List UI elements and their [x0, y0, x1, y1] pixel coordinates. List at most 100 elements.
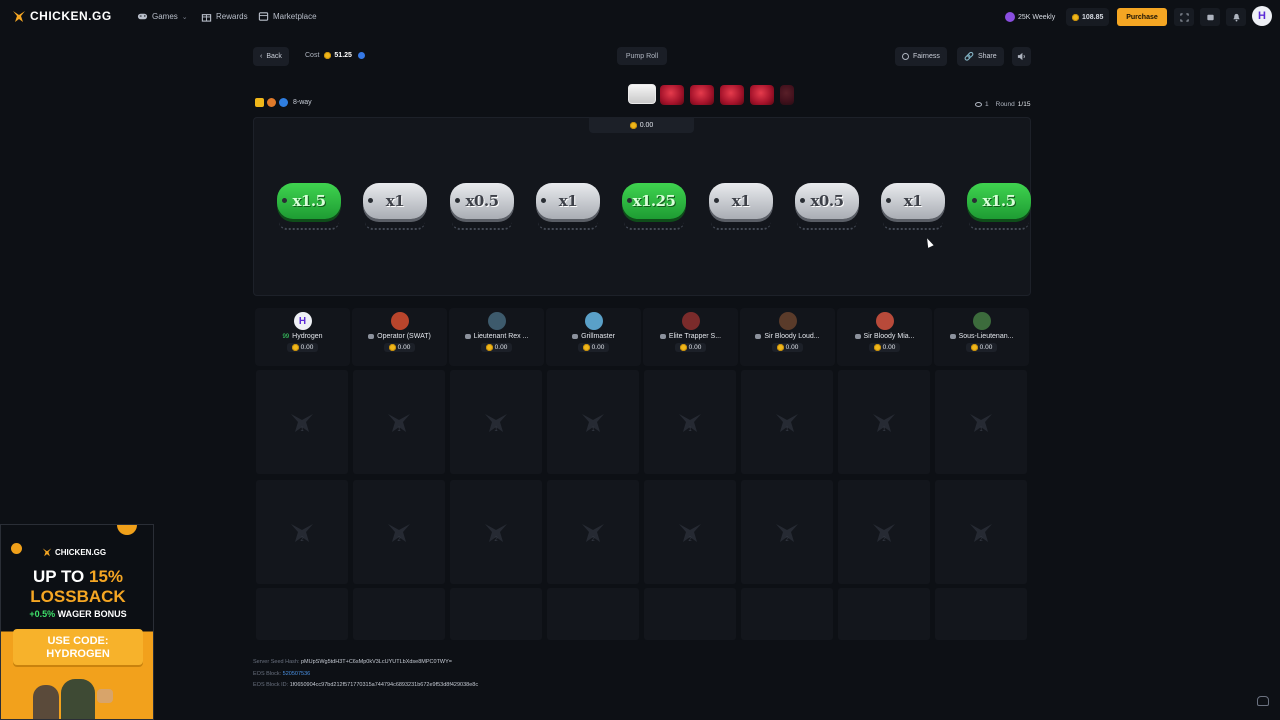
player-card[interactable]: Sir Bloody Mia... 0.00	[837, 308, 932, 366]
multiplier-tag: x1	[709, 183, 773, 219]
round-cell: 1	[838, 370, 930, 474]
player-card[interactable]: Sir Bloody Loud... 0.00	[740, 308, 835, 366]
game-mode-badge: Pump Roll	[617, 47, 667, 65]
promo-code-value: HYDROGEN	[46, 648, 110, 660]
player-amount: 0.00	[480, 343, 513, 352]
coin-icon	[679, 344, 687, 351]
round-cell	[450, 588, 542, 640]
brand-logo[interactable]: CHICKEN.GG	[12, 9, 112, 23]
link-icon: 🔗	[964, 52, 974, 61]
bot-icon	[464, 334, 471, 339]
round-cell: 1	[741, 370, 833, 474]
round-cell: 2	[741, 480, 833, 584]
player-card[interactable]: Sous-Lieutenan... 0.00	[934, 308, 1029, 366]
stage-total: 0.00	[589, 117, 694, 133]
server-hash-value[interactable]: pMUpSWg5tdH3T+C6sMp0kV3LcUYUTLbXdse8MPC0…	[301, 659, 452, 665]
chicken-placeholder-icon: 2	[289, 521, 315, 543]
player-amount-value: 0.00	[300, 344, 314, 351]
coin-icon	[291, 344, 299, 351]
bot-icon	[572, 334, 579, 339]
round-info: 1 Round 1/15	[975, 101, 1030, 108]
tag-chain	[365, 222, 425, 230]
case-item[interactable]	[720, 85, 744, 105]
promo-line2: LOSSBACK	[30, 587, 126, 606]
player-card[interactable]: Lieutenant Rex ... 0.00	[449, 308, 544, 366]
gamepad-icon	[137, 13, 148, 20]
notifications-button[interactable]	[1226, 8, 1246, 26]
player-amount-value: 0.00	[397, 344, 411, 351]
tag-chain	[969, 222, 1029, 230]
player-card[interactable]: Grillmaster 0.00	[546, 308, 641, 366]
player-card[interactable]: Operator (SWAT) 0.00	[352, 308, 447, 366]
promo-brand-label: CHICKEN.GG	[55, 547, 107, 557]
sound-button[interactable]	[1012, 47, 1031, 66]
player-amount: 0.00	[674, 343, 707, 352]
round-cell: 2	[353, 480, 445, 584]
purchase-button[interactable]: Purchase	[1117, 8, 1167, 26]
nav-games[interactable]: Games ⌄	[137, 11, 188, 22]
promo-brand: CHICKEN.GG	[42, 547, 106, 557]
nav-marketplace-label: Marketplace	[273, 12, 317, 21]
tag-chain	[797, 222, 857, 230]
balance-display[interactable]: 108.85	[1066, 8, 1110, 26]
promo-code-box[interactable]: USE CODE: HYDROGEN	[13, 629, 143, 667]
back-button[interactable]: ‹ Back	[253, 47, 289, 66]
store-icon	[258, 12, 269, 21]
coin-icon	[970, 344, 978, 351]
fox-icon	[267, 98, 276, 107]
nav-games-label: Games	[152, 12, 178, 21]
promo-line1: UP TO	[32, 567, 90, 586]
round-label: Round	[995, 101, 1015, 108]
chicken-placeholder-icon: 1	[774, 411, 800, 433]
promo-banner[interactable]: CHICKEN.GG UP TO 15% LOSSBACK +0.5% WAGE…	[0, 524, 154, 720]
coin-decoration-icon	[117, 525, 137, 535]
info-icon[interactable]	[357, 52, 365, 59]
round-cell: 1	[644, 370, 736, 474]
case-current[interactable]	[628, 84, 656, 104]
promo-code-label: USE CODE:	[47, 635, 109, 647]
round-cell	[256, 588, 348, 640]
round-number: 2	[785, 537, 789, 543]
round-number: 1	[688, 427, 692, 433]
shield-check-icon	[902, 53, 909, 60]
player-name-row: Sir Bloody Mia...	[854, 333, 914, 340]
weekly-race[interactable]: 25K Weekly	[999, 8, 1061, 26]
user-avatar[interactable]: H	[1252, 6, 1272, 26]
player-name-row: Sous-Lieutenan...	[949, 333, 1013, 340]
player-name: Grillmaster	[581, 333, 615, 340]
coin-icon	[485, 344, 493, 351]
case-item[interactable]	[750, 85, 774, 105]
case-item[interactable]	[690, 85, 714, 105]
nav-rewards[interactable]: Rewards	[201, 11, 248, 22]
case-item[interactable]	[660, 85, 684, 105]
share-label: Share	[977, 53, 997, 60]
round-cell	[353, 588, 445, 640]
eos-block-id-value[interactable]: 1f0650904cc97bd212f571770315a744794c6893…	[290, 682, 478, 688]
fairness-button[interactable]: Fairness	[895, 47, 947, 66]
chicken-placeholder-icon: 1	[968, 411, 994, 433]
burger-icon	[255, 98, 264, 107]
nav-marketplace[interactable]: Marketplace	[258, 11, 317, 22]
fullscreen-icon	[1179, 12, 1189, 22]
ways-label: 8-way	[293, 99, 312, 106]
player-card[interactable]: H 99 Hydrogen 0.00	[255, 308, 350, 366]
bot-icon	[659, 334, 666, 339]
promo-bonus-text: WAGER BONUS	[55, 609, 127, 619]
round-value: 1/15	[1017, 101, 1031, 108]
fullscreen-button[interactable]	[1174, 8, 1194, 26]
tag-chain	[279, 222, 339, 230]
promo-bonus: +0.5% WAGER BONUS	[1, 609, 153, 619]
player-amount: 0.00	[771, 343, 804, 352]
coin-icon	[629, 121, 637, 129]
chicken-placeholder-icon: 1	[483, 411, 509, 433]
provably-fair-info: Server Seed Hash: pMUpSWg5tdH3T+C6sMp0kV…	[253, 657, 478, 692]
wallet-button[interactable]	[1200, 8, 1220, 26]
coin-icon	[324, 52, 332, 59]
share-button[interactable]: 🔗 Share	[957, 47, 1004, 66]
eos-block-link[interactable]: 520507536	[283, 671, 311, 677]
player-card[interactable]: Elite Trapper S... 0.00	[643, 308, 738, 366]
case-item[interactable]	[780, 85, 794, 105]
round-number: 2	[397, 537, 401, 543]
support-icon[interactable]	[1257, 696, 1269, 706]
multiplier-tag: x1.5	[277, 183, 341, 219]
